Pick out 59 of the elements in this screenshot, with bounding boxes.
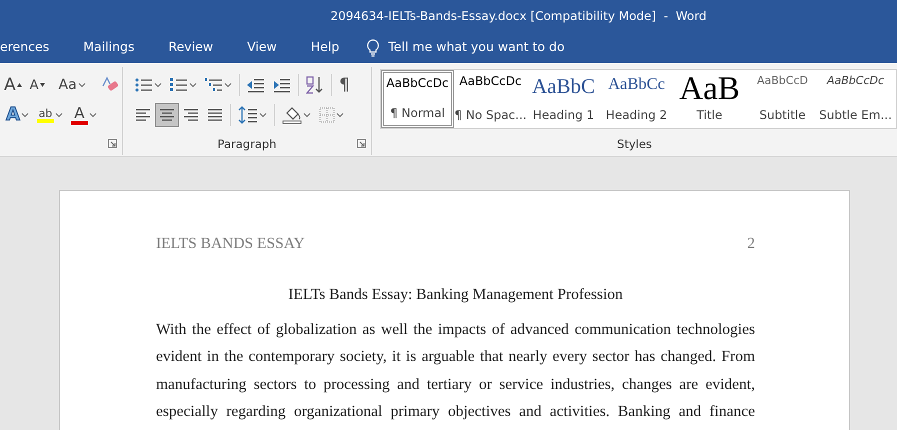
style-name: ¶ Normal	[390, 105, 445, 122]
window-title: 2094634-IELTs-Bands-Essay.docx [Compatibility Mode] - Word	[330, 8, 707, 25]
multilevel-list-icon	[205, 77, 223, 93]
style-name: Subtle Em...	[820, 107, 891, 124]
style-gallery-item[interactable]: AaBbCc Heading 2	[600, 70, 673, 128]
style-preview: AaBbCcDc	[459, 75, 522, 88]
justify-icon	[207, 108, 223, 122]
style-gallery-item[interactable]: AaBbCcDc Subtle Em...	[819, 70, 892, 128]
running-header: IELTS BANDS ESSAY	[156, 234, 305, 254]
style-name: Heading 2	[606, 107, 668, 124]
style-preview: AaB	[679, 75, 740, 105]
align-left-icon	[135, 108, 151, 122]
change-case-button[interactable]: Aa	[54, 73, 90, 97]
grow-font-button[interactable]: A	[0, 73, 26, 97]
style-name: Heading 1	[532, 107, 594, 124]
ribbon-tab[interactable]: Help	[294, 32, 356, 63]
style-gallery-item[interactable]: AaBbC Heading 1	[527, 70, 600, 128]
style-preview: AaBbC	[532, 75, 595, 98]
dialog-launcher-icon	[108, 139, 117, 148]
page-number: 2	[747, 234, 755, 254]
style-name: Title	[696, 107, 722, 124]
body-paragraph: With the effect of globalization as well the impacts of advanced communication technologies evident in the contemporary society, it is arguable that nearly every sector has changed. From manufacturing sectors to processing and tertiary or service industries, changes are evident, especially regarding organizational primary objectives and activities. Banking and finance	[156, 320, 755, 422]
ribbon-tab[interactable]: View	[230, 32, 294, 63]
align-right-icon	[183, 108, 199, 122]
dialog-launcher-icon	[357, 139, 366, 148]
ribbon-tab[interactable]: Review	[151, 32, 230, 63]
essay-title: IELTs Bands Essay: Banking Management Profession	[288, 286, 623, 304]
style-preview: AaBbCcDc	[386, 77, 449, 90]
bulleted-list-icon	[135, 77, 153, 93]
lightbulb-icon	[366, 38, 380, 56]
tell-me-field[interactable]: Tell me what you want to do	[362, 38, 569, 57]
style-name: Subtitle	[759, 107, 806, 124]
style-gallery-item[interactable]: AaBbCcDc ¶ Normal	[381, 70, 454, 128]
style-preview: AaBbCcD	[757, 75, 808, 88]
style-gallery-item[interactable]: AaB Title	[673, 70, 746, 128]
style-gallery-item[interactable]: AaBbCcDc ¶ No Spac...	[454, 70, 527, 128]
shrink-font-button[interactable]: A	[26, 73, 49, 97]
align-center-icon	[159, 108, 175, 122]
decrease-indent-icon	[247, 77, 265, 93]
style-preview: AaBbCcDc	[826, 75, 884, 88]
ribbon-tab[interactable]: Mailings	[66, 32, 152, 63]
sort-icon	[306, 76, 324, 94]
align-center-button[interactable]	[155, 103, 179, 127]
numbered-list-icon	[170, 77, 188, 93]
show-marks-button[interactable]: ¶	[335, 73, 354, 97]
ribbon-tab[interactable]: erences	[0, 32, 66, 63]
style-gallery-item[interactable]: AaBbCcD Subtitle	[746, 70, 819, 128]
style-preview: AaBbCc	[608, 75, 665, 94]
highlight-button[interactable]: ab	[32, 103, 67, 127]
down-arrow-icon	[40, 83, 45, 87]
up-arrow-icon	[16, 83, 22, 87]
borders-icon	[319, 107, 335, 123]
group-label: Styles	[616, 136, 653, 153]
increase-indent-icon	[273, 77, 291, 93]
font-color-button[interactable]: A	[66, 103, 101, 127]
paint-bucket-icon	[282, 106, 302, 124]
line-spacing-icon	[238, 106, 258, 124]
style-name: ¶ No Spac...	[455, 107, 526, 124]
group-label: Paragraph	[218, 136, 276, 151]
